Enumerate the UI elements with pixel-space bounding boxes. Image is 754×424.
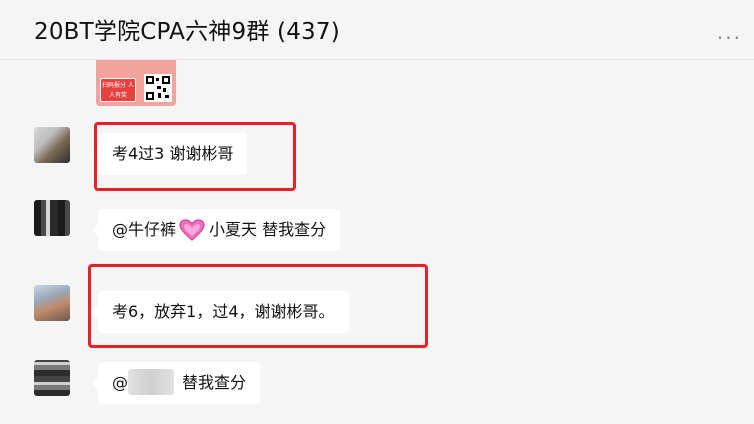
avatar[interactable] (34, 285, 70, 321)
highlight-box (94, 122, 296, 191)
chat-title: 20BT学院CPA六神9群 (437) (34, 19, 340, 45)
message-bubble[interactable]: @牛仔裤 小夏天 替我查分 (91, 209, 341, 251)
more-options-icon[interactable]: ... (717, 20, 742, 44)
avatar[interactable] (34, 200, 70, 236)
avatar[interactable] (34, 360, 70, 396)
blurred-name (128, 369, 174, 395)
mention: @ (112, 373, 128, 392)
highlight-box (88, 264, 428, 348)
message-bubble[interactable]: @ 替我查分 (91, 362, 261, 404)
avatar[interactable] (34, 127, 70, 163)
image-message[interactable]: 扫码报分 人人有奖 (96, 60, 176, 106)
promo-tag: 扫码报分 人人有奖 (100, 78, 136, 102)
mention: @牛仔裤 (112, 220, 177, 239)
pink-heart-icon (179, 215, 205, 257)
chat-header: 20BT学院CPA六神9群 (437) ... (0, 0, 754, 60)
message-text: 替我查分 (182, 373, 247, 392)
qr-code-icon (144, 74, 172, 102)
message-text: 小夏天 替我查分 (209, 220, 327, 239)
